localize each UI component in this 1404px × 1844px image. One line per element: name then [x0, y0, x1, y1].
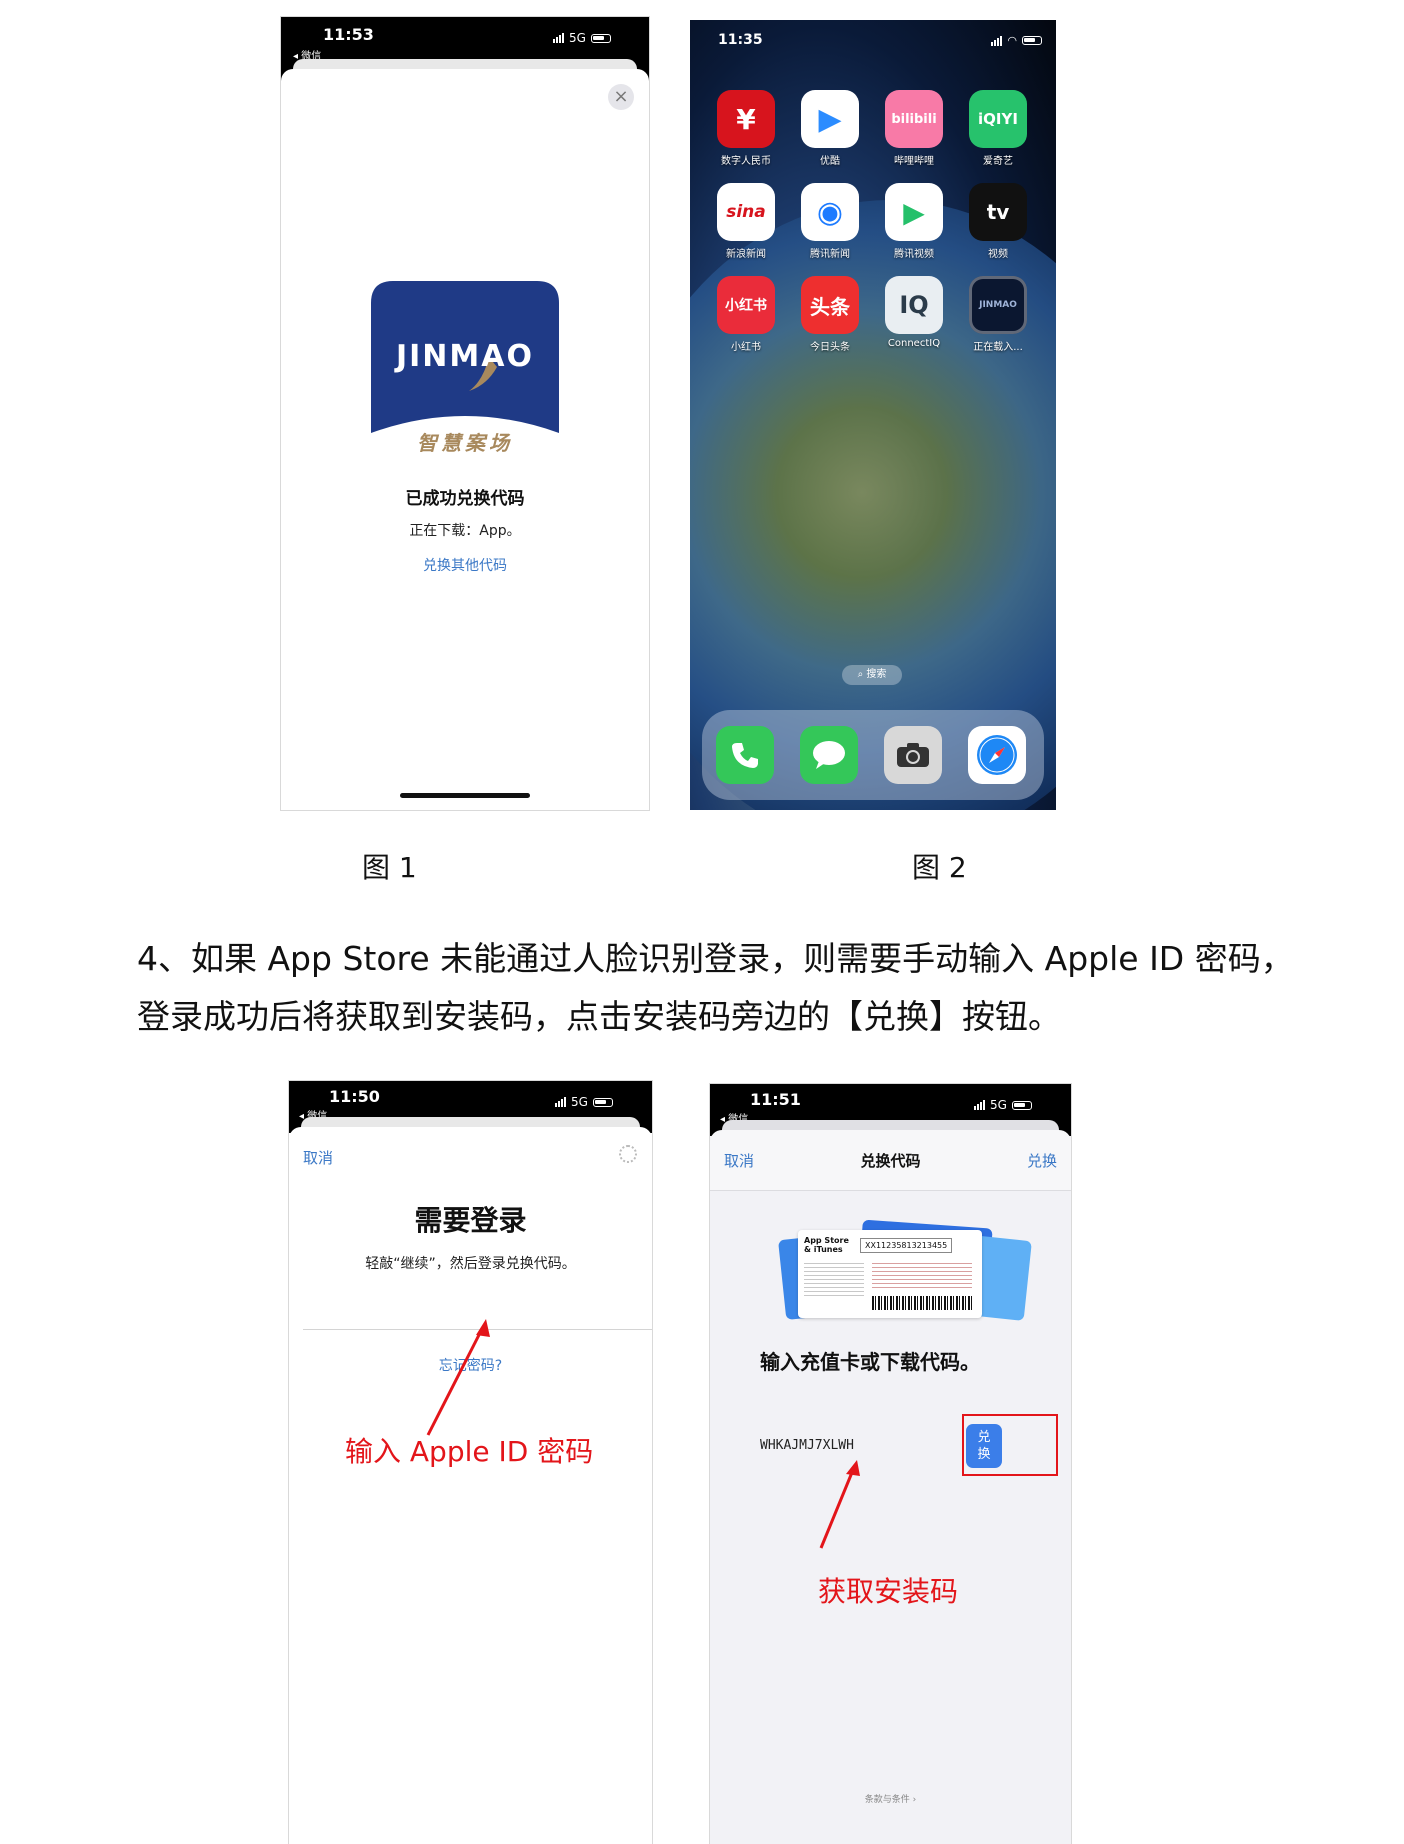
- redeem-code-field[interactable]: WHKAJMJ7XLWH: [760, 1438, 854, 1453]
- app-label: 数字人民币: [721, 156, 771, 167]
- redeem-prompt: 输入充值卡或下载代码。: [760, 1350, 980, 1374]
- figure1-phone: 11:53 ◂ 微信 5G × JINMAO 智慧案场 已成功兑换代码 正在下载…: [280, 16, 650, 811]
- app-icon-sina-news[interactable]: sina: [717, 183, 775, 241]
- cancel-button[interactable]: 取消: [303, 1147, 333, 1168]
- annotation-enter-password: 输入 Apple ID 密码: [345, 1435, 594, 1468]
- nav-title: 兑换代码: [860, 1152, 921, 1170]
- close-icon: ×: [613, 86, 629, 107]
- network-type: 5G: [990, 1098, 1007, 1112]
- network-type: 5G: [569, 31, 586, 45]
- figure2-caption: 图 2: [912, 851, 967, 884]
- signal-icon: [555, 1097, 566, 1107]
- app-label: 正在载入...: [973, 342, 1023, 353]
- app-icon-bilibili[interactable]: bilibili: [885, 90, 943, 148]
- logo-wordmark: JINMAO: [395, 339, 534, 374]
- redeem-other-code-link[interactable]: 兑换其他代码: [281, 555, 649, 575]
- camera-app-icon[interactable]: [884, 726, 942, 784]
- signal-icon: [553, 33, 564, 43]
- step4-line2: 登录成功后将获取到安装码，点击安装码旁边的【兑换】按钮。: [137, 997, 1061, 1036]
- card-fineprint: [872, 1260, 972, 1290]
- network-type: 5G: [571, 1095, 588, 1109]
- app-label: 爱奇艺: [983, 156, 1013, 167]
- status-indicators: 5G: [974, 1098, 1032, 1112]
- success-title: 已成功兑换代码: [405, 489, 525, 509]
- app-icon-apple-tv[interactable]: tv: [969, 183, 1027, 241]
- status-time: 11:50: [329, 1087, 380, 1106]
- status-indicators: 5G: [553, 31, 611, 45]
- app-icon-toutiao[interactable]: 头条: [801, 276, 859, 334]
- step4-line1: 4、如果 App Store 未能通过人脸识别登录，则需要手动输入 Apple …: [137, 939, 1294, 978]
- status-time: 11:51: [750, 1090, 801, 1109]
- app-icon-tencent-video[interactable]: ▶: [885, 183, 943, 241]
- loading-spinner-icon: [619, 1145, 637, 1163]
- wifi-icon: ◠: [1007, 34, 1017, 47]
- barcode-icon: [872, 1296, 972, 1310]
- battery-icon: [590, 33, 611, 43]
- gift-card: App Store & iTunes XX11235813213455: [798, 1230, 982, 1318]
- status-indicators: ◠: [991, 34, 1042, 47]
- card-code: XX11235813213455: [860, 1238, 953, 1253]
- safari-app-icon[interactable]: [968, 726, 1026, 784]
- card-fineprint: [804, 1260, 864, 1296]
- annotation-get-install-code: 获取安装码: [818, 1575, 959, 1608]
- app-label: 哔哩哔哩: [894, 156, 934, 167]
- annotation-arrow: [819, 1460, 860, 1549]
- app-label: 小红书: [731, 342, 761, 353]
- logo-subtitle: 智慧案场: [417, 431, 513, 455]
- figure2-phone: 11:35 ◠ ¥ 数字人民币 ▶ 优酷 bilibili 哔哩哔哩 iQIYI…: [690, 20, 1056, 810]
- figure1-caption: 图 1: [362, 851, 417, 884]
- battery-icon: [1011, 1100, 1032, 1110]
- home-indicator: [400, 793, 530, 798]
- app-label: 腾讯视频: [894, 249, 934, 260]
- app-label: 腾讯新闻: [810, 249, 850, 260]
- app-label: 优酷: [820, 156, 840, 167]
- card-brand: App Store & iTunes: [804, 1236, 849, 1254]
- annotation-arrow: [426, 1319, 490, 1436]
- terms-link[interactable]: 条款与条件 ›: [710, 1792, 1071, 1805]
- app-logo: JINMAO 智慧案场: [371, 281, 559, 471]
- app-icon-connectiq[interactable]: IQ: [885, 276, 943, 334]
- battery-icon: [1022, 36, 1042, 45]
- status-time: 11:53: [323, 25, 374, 44]
- app-icon-youku[interactable]: ▶: [801, 90, 859, 148]
- messages-app-icon[interactable]: [800, 726, 858, 784]
- login-subtitle: 轻敲“继续”，然后登录兑换代码。: [365, 1256, 576, 1272]
- app-icon-jinmao-loading[interactable]: JINMAO: [969, 276, 1027, 334]
- app-icon-iqiyi[interactable]: iQIYI: [969, 90, 1027, 148]
- spotlight-search-pill[interactable]: ⌕ 搜索: [842, 665, 902, 685]
- signal-icon: [974, 1100, 985, 1110]
- app-icon-digital-rmb[interactable]: ¥: [717, 90, 775, 148]
- annotation-highlight-box: [962, 1414, 1058, 1476]
- app-icon-xiaohongshu[interactable]: 小红书: [717, 276, 775, 334]
- status-indicators: 5G: [555, 1095, 613, 1109]
- app-icon-tencent-news[interactable]: ◉: [801, 183, 859, 241]
- app-label: 新浪新闻: [726, 249, 766, 260]
- redeem-nav-button[interactable]: 兑换: [1027, 1150, 1057, 1171]
- status-time: 11:35: [718, 32, 763, 48]
- phone-app-icon[interactable]: [716, 726, 774, 784]
- app-label: ConnectIQ: [887, 338, 941, 349]
- app-label: 今日头条: [810, 342, 850, 353]
- app-label: 视频: [988, 249, 1008, 260]
- battery-icon: [592, 1097, 613, 1107]
- downloading-text: 正在下载：App。: [409, 523, 521, 539]
- close-button[interactable]: ×: [608, 84, 634, 110]
- login-title: 需要登录: [414, 1204, 527, 1237]
- signal-icon: [991, 35, 1003, 46]
